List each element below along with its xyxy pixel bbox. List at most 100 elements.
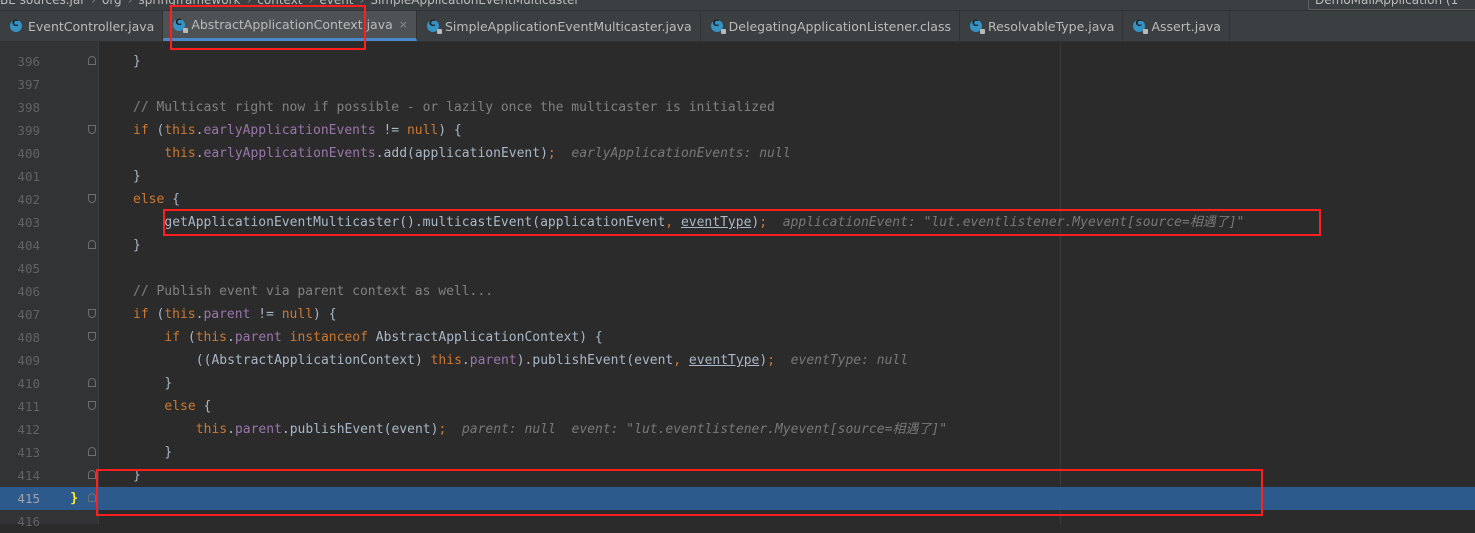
code-token: // Publish event via parent context as w… [133, 284, 494, 299]
breadcrumb-separator-icon: › [91, 0, 96, 7]
code-token: instanceof [289, 330, 368, 345]
code-token: != [375, 123, 407, 138]
code-token: , [673, 353, 689, 368]
code-token: ( [148, 123, 165, 138]
run-configuration-selector[interactable]: DemoMallApplication (1 [1308, 0, 1475, 10]
code-line[interactable]: 397 [0, 73, 1475, 96]
editor-tab[interactable]: DelegatingApplicationListener.class [701, 11, 960, 41]
code-line[interactable]: 412 this.parent.publishEvent(event); pare… [0, 418, 1475, 441]
line-number: 411 [17, 399, 40, 414]
code-text: } [133, 234, 141, 257]
code-token: ( [180, 330, 196, 345]
code-text: // Multicast right now if possible - or … [133, 96, 775, 119]
code-token: } [133, 238, 141, 253]
code-line[interactable]: 413} [0, 441, 1475, 464]
code-text: } [133, 165, 141, 188]
line-number: 407 [17, 307, 40, 322]
editor-tab[interactable]: SimpleApplicationEventMulticaster.java [417, 11, 701, 41]
line-number: 405 [17, 261, 40, 276]
code-line[interactable]: 409 ((AbstractApplicationContext) this.pa… [0, 349, 1475, 372]
code-token: } [133, 54, 141, 69]
close-tab-icon[interactable]: × [399, 18, 408, 31]
code-token: this [195, 422, 228, 437]
editor-tab-label: DelegatingApplicationListener.class [728, 18, 951, 34]
code-text: ((AbstractApplicationContext) this.paren… [196, 349, 908, 372]
code-token: { [195, 399, 212, 414]
breadcrumb-separator-icon: › [127, 0, 133, 7]
fold-marker-icon[interactable] [88, 470, 96, 479]
code-line[interactable]: 396} [0, 50, 1475, 73]
code-line[interactable]: 410} [0, 372, 1475, 395]
code-line[interactable]: 411 else { [0, 395, 1475, 418]
code-token: ) { [438, 123, 462, 138]
code-line[interactable]: 400 this.earlyApplicationEvents.add(appli… [0, 142, 1475, 165]
line-number: 397 [17, 77, 40, 92]
code-token: } [164, 445, 173, 460]
code-line[interactable]: 402 else { [0, 188, 1475, 211]
line-number: 410 [17, 376, 40, 391]
code-text: } [164, 372, 172, 395]
code-token: . [227, 330, 235, 345]
editor-tab-label: Assert.java [1151, 18, 1221, 34]
fold-marker-icon[interactable] [88, 125, 96, 134]
code-token: ; [767, 353, 776, 368]
line-number: 396 [17, 54, 40, 69]
code-line[interactable]: 404} [0, 234, 1475, 257]
code-token: // Multicast right now if possible - or … [133, 100, 775, 115]
code-line[interactable]: 401} [0, 165, 1475, 188]
code-token: ( [148, 307, 165, 322]
fold-marker-icon[interactable] [88, 447, 96, 456]
line-number: 414 [17, 468, 40, 483]
code-text: } [133, 50, 141, 73]
breadcrumb-item[interactable]: org [102, 0, 122, 7]
line-number: 398 [17, 100, 40, 115]
breadcrumb-item[interactable]: BE sources.jar [0, 0, 85, 7]
fold-marker-icon[interactable] [88, 378, 96, 387]
code-token: eventType [688, 353, 760, 368]
code-token: ; [547, 146, 556, 161]
code-token: } [164, 376, 173, 391]
editor-tab-label: EventController.java [28, 18, 155, 34]
code-token: earlyApplicationEvents [203, 123, 376, 138]
code-token: this [164, 123, 196, 138]
line-number: 403 [17, 215, 40, 230]
code-token: parent [234, 330, 282, 345]
code-token: else [164, 399, 196, 414]
code-text: } [70, 487, 78, 510]
code-line[interactable]: 405 [0, 257, 1475, 280]
code-line[interactable]: 398 // Multicast right now if possible - … [0, 96, 1475, 119]
line-number: 401 [17, 169, 40, 184]
line-number: 406 [17, 284, 40, 299]
code-token: . [461, 353, 470, 368]
fold-marker-icon[interactable] [88, 309, 96, 318]
fold-marker-icon[interactable] [88, 194, 96, 203]
fold-marker-icon[interactable] [88, 240, 96, 249]
code-token: ) { [313, 307, 337, 322]
java-class-icon [426, 19, 442, 34]
java-class-icon [710, 19, 726, 34]
breadcrumb-item[interactable]: SimpleApplicationEventMulticaster [370, 0, 579, 7]
code-token: . [227, 422, 235, 437]
line-number: 402 [17, 192, 40, 207]
code-line[interactable]: 399 if (this.earlyApplicationEvents != nu… [0, 119, 1475, 142]
fold-marker-icon[interactable] [88, 56, 96, 65]
editor-tab[interactable]: Assert.java [1123, 11, 1230, 41]
editor-tab[interactable]: ResolvableType.java [960, 11, 1124, 41]
code-line[interactable]: 407 if (this.parent != null) { [0, 303, 1475, 326]
inline-debug-value: earlyApplicationEvents: null [555, 146, 791, 161]
fold-marker-icon[interactable] [88, 401, 96, 410]
code-line[interactable]: 406 // Publish event via parent context a… [0, 280, 1475, 303]
editor-tab-label: ResolvableType.java [987, 18, 1115, 34]
editor-tab[interactable]: EventController.java [0, 11, 164, 41]
annotation-box-active-tab [170, 5, 366, 50]
code-line[interactable]: 408 if (this.parent instanceof AbstractAp… [0, 326, 1475, 349]
code-text: } [164, 441, 172, 464]
code-token: { [164, 192, 180, 207]
fold-marker-icon[interactable] [88, 332, 96, 341]
inline-debug-value: parent: null event: "lut.eventlistener.M… [446, 422, 948, 437]
line-number: 416 [17, 514, 40, 529]
code-token: ((AbstractApplicationContext) [195, 353, 431, 368]
code-token: this [430, 353, 462, 368]
fold-marker-icon[interactable] [88, 493, 96, 502]
